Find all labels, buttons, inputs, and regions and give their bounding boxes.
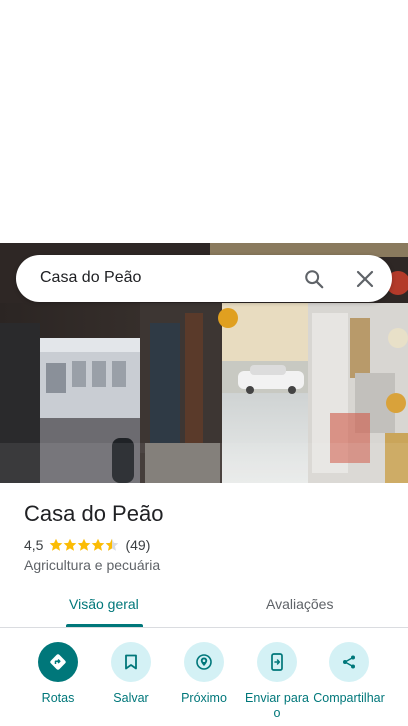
- tab-reviews[interactable]: Avaliações: [266, 596, 333, 612]
- place-category: Agricultura e pecuária: [24, 557, 161, 573]
- reviews-count: (49): [125, 537, 151, 553]
- directions-icon: [38, 642, 78, 682]
- tab-overview[interactable]: Visão geral: [69, 596, 139, 612]
- search-icon[interactable]: [298, 263, 330, 295]
- star-icons: [50, 538, 119, 551]
- rating-value: 4,5: [24, 537, 44, 553]
- nearby-button[interactable]: Próximo: [168, 642, 240, 706]
- share-button[interactable]: Compartilhar: [313, 642, 385, 706]
- share-icon: [329, 642, 369, 682]
- nearby-label: Próximo: [181, 691, 227, 705]
- save-label: Salvar: [113, 691, 149, 705]
- close-icon[interactable]: [349, 263, 381, 295]
- directions-button[interactable]: Rotas: [22, 642, 94, 706]
- share-label: Compartilhar: [313, 691, 385, 705]
- rating-stars: [49, 538, 119, 552]
- place-title: Casa do Peão: [24, 501, 164, 526]
- send-to-phone-button[interactable]: Enviar para o: [241, 642, 313, 721]
- search-bar[interactable]: Casa do Peão: [16, 255, 392, 302]
- search-input[interactable]: Casa do Peão: [40, 269, 141, 287]
- directions-label: Rotas: [41, 691, 75, 705]
- send-to-phone-label: Enviar para o: [245, 691, 309, 720]
- rating-row[interactable]: 4,5 (49): [24, 536, 150, 554]
- bookmark-icon: [111, 642, 151, 682]
- nearby-icon: [184, 642, 224, 682]
- tabs-divider: [0, 627, 408, 628]
- send-to-phone-icon: [257, 642, 297, 682]
- save-button[interactable]: Salvar: [95, 642, 167, 706]
